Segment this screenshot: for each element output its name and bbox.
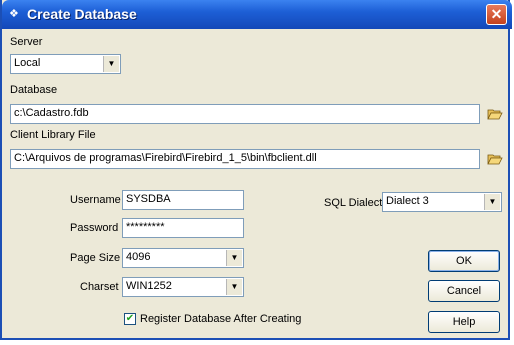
page-size-value: 4096 bbox=[126, 251, 151, 263]
password-label: Password bbox=[70, 222, 119, 234]
charset-label: Charset bbox=[80, 281, 119, 293]
sql-dialect-select[interactable]: Dialect 3 ▼ bbox=[382, 192, 502, 212]
database-value: c:\Cadastro.fdb bbox=[14, 107, 89, 119]
page-size-select[interactable]: 4096 ▼ bbox=[122, 248, 244, 268]
server-value: Local bbox=[14, 57, 41, 69]
close-button[interactable]: ✕ bbox=[486, 4, 507, 25]
chevron-down-icon: ▼ bbox=[484, 194, 500, 210]
ok-button[interactable]: OK bbox=[428, 250, 500, 272]
database-label: Database bbox=[10, 84, 58, 96]
register-checkbox-label: Register Database After Creating bbox=[140, 313, 302, 325]
client-library-input[interactable]: C:\Arquivos de programas\Firebird\Firebi… bbox=[10, 149, 480, 169]
password-input[interactable]: ********* bbox=[122, 218, 244, 238]
username-label: Username bbox=[70, 194, 121, 206]
client-library-value: C:\Arquivos de programas\Firebird\Firebi… bbox=[14, 152, 317, 164]
window-title: Create Database bbox=[27, 6, 137, 22]
close-icon: ✕ bbox=[490, 6, 503, 22]
page-size-label: Page Size bbox=[70, 252, 121, 264]
username-input[interactable]: SYSDBA bbox=[122, 190, 244, 210]
username-value: SYSDBA bbox=[126, 193, 171, 205]
open-folder-icon[interactable] bbox=[487, 152, 503, 166]
chevron-down-icon: ▼ bbox=[226, 279, 242, 295]
database-icon: ❖ bbox=[9, 8, 19, 20]
database-input[interactable]: c:\Cadastro.fdb bbox=[10, 104, 480, 124]
charset-select[interactable]: WIN1252 ▼ bbox=[122, 277, 244, 297]
chevron-down-icon: ▼ bbox=[103, 56, 119, 72]
server-label: Server bbox=[10, 36, 43, 48]
charset-value: WIN1252 bbox=[126, 280, 172, 292]
open-folder-icon[interactable] bbox=[487, 107, 503, 121]
sql-dialect-label: SQL Dialect bbox=[324, 197, 383, 209]
cancel-button[interactable]: Cancel bbox=[428, 280, 500, 302]
client-library-label: Client Library File bbox=[10, 129, 96, 141]
password-value: ********* bbox=[126, 221, 165, 233]
server-select[interactable]: Local ▼ bbox=[10, 54, 121, 74]
help-button[interactable]: Help bbox=[428, 311, 500, 333]
title-bar[interactable]: ❖ Create Database ✕ bbox=[2, 0, 512, 29]
sql-dialect-value: Dialect 3 bbox=[386, 195, 429, 207]
register-checkbox[interactable]: ✔ bbox=[124, 313, 136, 325]
chevron-down-icon: ▼ bbox=[226, 250, 242, 266]
create-database-dialog: ❖ Create Database ✕ Server Local ▼ Datab… bbox=[0, 0, 512, 340]
